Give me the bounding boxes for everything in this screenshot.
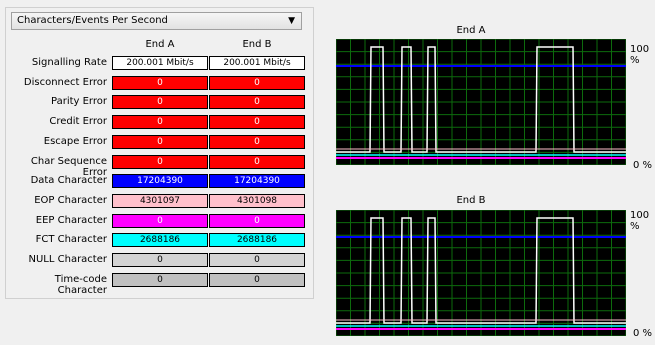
- value-cell-end-a: 0: [112, 75, 208, 90]
- column-header-end-a: End A: [145, 39, 175, 50]
- row-label: Char Sequence Error: [30, 155, 107, 178]
- value-cell-end-a: 0: [112, 213, 208, 228]
- value-cell-end-b: 0: [209, 272, 305, 287]
- value-cell-end-b: 0: [209, 253, 305, 267]
- value-cell-end-a: 0: [112, 272, 208, 287]
- value-cell-end-a: 200.001 Mbit/s: [112, 56, 208, 70]
- y-min-label-end-b: 0 %: [633, 328, 653, 339]
- row-label: Data Character: [30, 175, 107, 187]
- value-cell-end-b: 0: [209, 213, 305, 228]
- value-cell-end-b: 0: [209, 95, 305, 110]
- row-label: Time-code Character: [54, 273, 107, 296]
- chart-end-a: [336, 39, 626, 165]
- value-cell-end-b: 0: [209, 115, 305, 130]
- row-label: Disconnect Error: [23, 76, 107, 88]
- chart-title-end-b: End B: [456, 195, 486, 206]
- value-cell-end-b: 4301098: [209, 193, 305, 208]
- statistic-type-dropdown[interactable]: Characters/Events Per Second ▼: [11, 12, 302, 30]
- chart-panel: End A 100 % 0 % End B 100 % 0 %: [317, 4, 655, 345]
- row-label: EEP Character: [35, 214, 107, 226]
- value-cell-end-a: 0: [112, 253, 208, 267]
- row-label: Signalling Rate: [31, 57, 107, 68]
- value-cell-end-a: 2688186: [112, 233, 208, 248]
- row-label: Credit Error: [49, 116, 107, 128]
- row-label: FCT Character: [35, 234, 107, 246]
- column-header-end-b: End B: [242, 39, 272, 50]
- chevron-down-icon[interactable]: ▼: [288, 16, 295, 26]
- y-max-label-end-a: 100 %: [630, 44, 650, 66]
- value-cell-end-b: 17204390: [209, 174, 305, 189]
- y-max-label-end-b: 100 %: [630, 210, 650, 232]
- value-cell-end-a: 0: [112, 95, 208, 110]
- row-label: NULL Character: [28, 254, 108, 265]
- row-label: Escape Error: [43, 135, 107, 147]
- dropdown-value: Characters/Events Per Second: [17, 15, 168, 26]
- value-cell-end-b: 0: [209, 134, 305, 149]
- value-cell-end-a: 0: [112, 154, 208, 169]
- value-cell-end-a: 4301097: [112, 193, 208, 208]
- chart-end-b: [336, 210, 626, 336]
- value-cell-end-b: 2688186: [209, 233, 305, 248]
- value-cell-end-b: 200.001 Mbit/s: [209, 56, 305, 70]
- value-cell-end-a: 0: [112, 115, 208, 130]
- value-cell-end-a: 17204390: [112, 174, 208, 189]
- y-min-label-end-a: 0 %: [633, 160, 653, 171]
- row-label: EOP Character: [34, 194, 107, 206]
- value-cell-end-a: 0: [112, 134, 208, 149]
- chart-title-end-a: End A: [456, 25, 486, 36]
- value-cell-end-b: 0: [209, 75, 305, 90]
- row-label: Parity Error: [51, 96, 107, 108]
- value-cell-end-b: 0: [209, 154, 305, 169]
